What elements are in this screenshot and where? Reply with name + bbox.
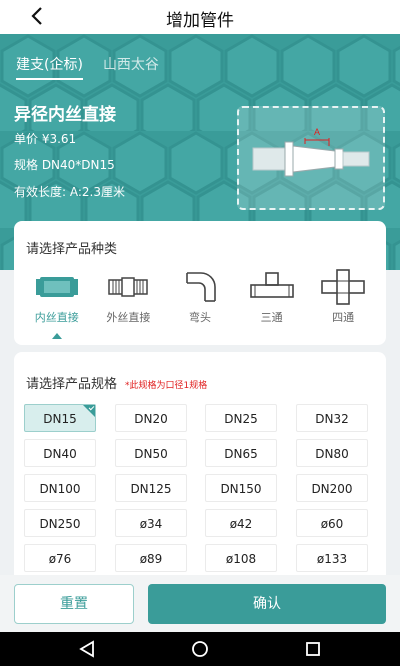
spec-option[interactable]: ø42	[205, 509, 277, 537]
elbow-icon	[186, 272, 216, 302]
selected-indicator	[52, 333, 62, 339]
spec-option[interactable]: ø76	[24, 544, 96, 572]
product-diagram: A	[237, 106, 385, 210]
spec-option[interactable]: DN65	[205, 439, 277, 467]
spec-option[interactable]: DN25	[205, 404, 277, 432]
tab-jianzhi[interactable]: 建支(企标)	[16, 54, 83, 80]
diagram-dimension-label: A	[314, 127, 320, 137]
recents-square-icon[interactable]	[304, 640, 322, 658]
spec-option[interactable]: DN15	[24, 404, 96, 432]
spec-option[interactable]: DN80	[296, 439, 368, 467]
product-price: 单价 ¥3.61	[14, 132, 77, 146]
product-type-list: 内丝直接 外丝直接 弯头 三通 四通	[21, 269, 379, 349]
check-icon	[83, 405, 95, 417]
back-triangle-icon[interactable]	[78, 640, 96, 658]
spec-section-title: 请选择产品规格	[26, 377, 118, 392]
spec-option[interactable]: DN32	[296, 404, 368, 432]
system-nav-bar	[0, 632, 400, 666]
spec-option[interactable]: ø133	[296, 544, 368, 572]
spec-option[interactable]: ø60	[296, 509, 368, 537]
spec-option[interactable]: ø89	[115, 544, 187, 572]
spec-option[interactable]: DN150	[205, 474, 277, 502]
outer-thread-coupling-icon	[108, 277, 149, 297]
spec-option[interactable]: DN250	[24, 509, 96, 537]
spec-option[interactable]: ø34	[115, 509, 187, 537]
spec-option[interactable]: ø108	[205, 544, 277, 572]
type-section-title: 请选择产品种类	[26, 242, 118, 257]
type-outer-thread-coupling[interactable]: 外丝直接	[93, 269, 165, 349]
tee-icon	[249, 272, 294, 298]
reducer-coupling-diagram: A	[252, 127, 370, 177]
spec-option[interactable]: DN125	[115, 474, 187, 502]
cross-icon	[321, 269, 365, 305]
app-header: 增加管件	[0, 0, 400, 34]
reset-button[interactable]: 重置	[14, 584, 134, 624]
type-label: 外丝直接	[106, 311, 151, 324]
product-spec: 规格 DN40*DN15	[14, 158, 115, 172]
type-label: 弯头	[188, 311, 211, 324]
product-name: 异径内丝直接	[14, 105, 116, 125]
spec-option[interactable]: DN100	[24, 474, 96, 502]
page-title: 增加管件	[166, 11, 234, 31]
spec-option[interactable]: DN200	[296, 474, 368, 502]
product-spec-card: 请选择产品规格 *此规格为口径1规格 DN15 DN20 DN25 DN32 DN…	[14, 352, 386, 592]
spec-section-header: 请选择产品规格 *此规格为口径1规格	[26, 373, 207, 392]
type-label: 内丝直接	[34, 311, 79, 324]
product-length: 有效长度: A:2.3厘米	[14, 185, 125, 199]
spec-option[interactable]: DN20	[115, 404, 187, 432]
type-cross[interactable]: 四通	[307, 269, 379, 349]
tab-shanxi-taigu[interactable]: 山西太谷	[103, 54, 159, 80]
type-label: 三通	[260, 311, 283, 324]
spec-note: *此规格为口径1规格	[125, 381, 208, 391]
type-tee[interactable]: 三通	[236, 269, 308, 349]
type-label: 四通	[332, 311, 355, 324]
product-type-card: 请选择产品种类 内丝直接 外丝直接 弯头 三通 四通	[14, 221, 386, 345]
spec-option[interactable]: DN50	[115, 439, 187, 467]
type-elbow[interactable]: 弯头	[164, 269, 236, 349]
type-inner-thread-coupling[interactable]: 内丝直接	[21, 269, 93, 349]
region-tabs: 建支(企标) 山西太谷	[16, 54, 179, 80]
home-circle-icon[interactable]	[191, 640, 209, 658]
spec-option[interactable]: DN40	[24, 439, 96, 467]
action-bar: 重置 确认	[0, 575, 400, 632]
inner-thread-coupling-icon	[35, 277, 78, 297]
confirm-button[interactable]: 确认	[148, 584, 386, 624]
